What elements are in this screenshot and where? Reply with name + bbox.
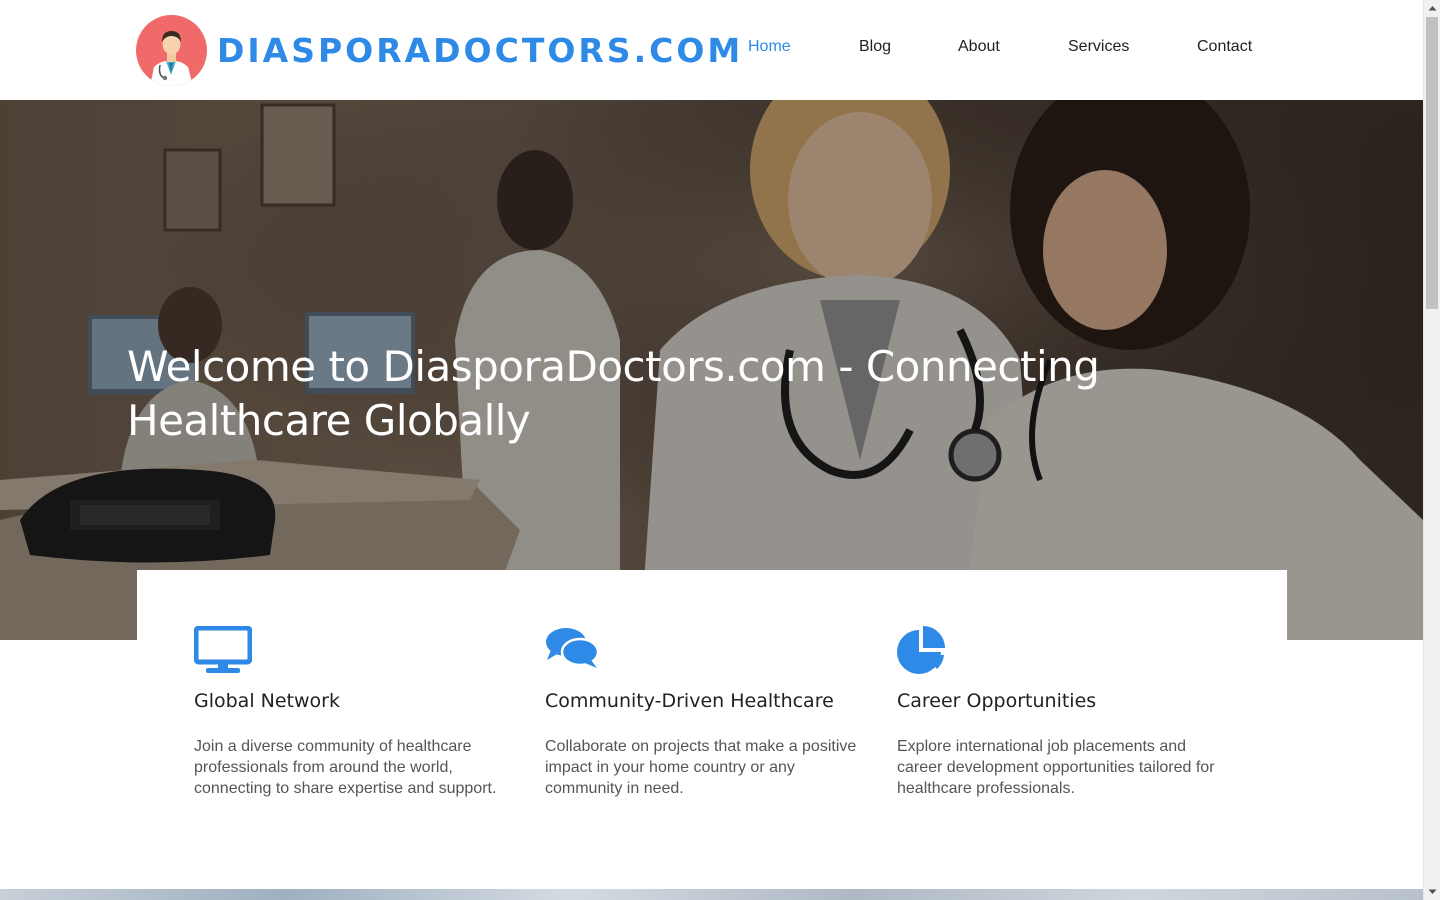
nav-item-services[interactable]: Services <box>1068 38 1197 56</box>
scrollbar-thumb[interactable] <box>1426 17 1438 309</box>
site-logo[interactable]: DIASPORADOCTORS.COM <box>136 14 743 86</box>
feature-description: Explore international job placements and… <box>897 738 1215 797</box>
doctor-avatar-icon <box>136 14 207 86</box>
site-header: DIASPORADOCTORS.COM Home Blog About Serv… <box>0 0 1423 100</box>
feature-global-network: Global Network Join a diverse community … <box>193 625 524 799</box>
feature-career-opportunities: Career Opportunities Explore internation… <box>897 626 1227 799</box>
feature-title: Global Network <box>194 690 340 712</box>
vertical-scrollbar[interactable] <box>1423 0 1440 900</box>
nav-item-contact[interactable]: Contact <box>1197 38 1252 56</box>
scroll-down-arrow-icon[interactable] <box>1424 883 1440 900</box>
main-nav: Home Blog About Services Contact <box>748 38 1252 56</box>
feature-description: Join a diverse community of healthcare p… <box>194 738 497 797</box>
hero-title: Welcome to DiasporaDoctors.com - Connect… <box>127 342 1100 445</box>
site-logo-text: DIASPORADOCTORS.COM <box>217 30 744 70</box>
scroll-up-arrow-icon[interactable] <box>1424 0 1440 17</box>
nav-item-about[interactable]: About <box>958 38 1068 56</box>
feature-description: Collaborate on projects that make a posi… <box>545 738 857 797</box>
feature-title: Career Opportunities <box>897 690 1097 712</box>
chat-bubbles-icon <box>545 626 875 674</box>
feature-community-healthcare: Community-Driven Healthcare Collaborate … <box>545 626 875 799</box>
next-section-image-edge <box>0 889 1423 900</box>
nav-item-home[interactable]: Home <box>748 38 858 56</box>
page: DIASPORADOCTORS.COM Home Blog About Serv… <box>0 0 1423 900</box>
feature-title: Community-Driven Healthcare <box>545 690 834 712</box>
monitor-icon <box>193 625 524 674</box>
nav-item-blog[interactable]: Blog <box>859 38 958 56</box>
hero-banner: Welcome to DiasporaDoctors.com - Connect… <box>0 100 1423 640</box>
features-card: Global Network Join a diverse community … <box>137 570 1287 870</box>
pie-chart-icon <box>897 626 1227 674</box>
